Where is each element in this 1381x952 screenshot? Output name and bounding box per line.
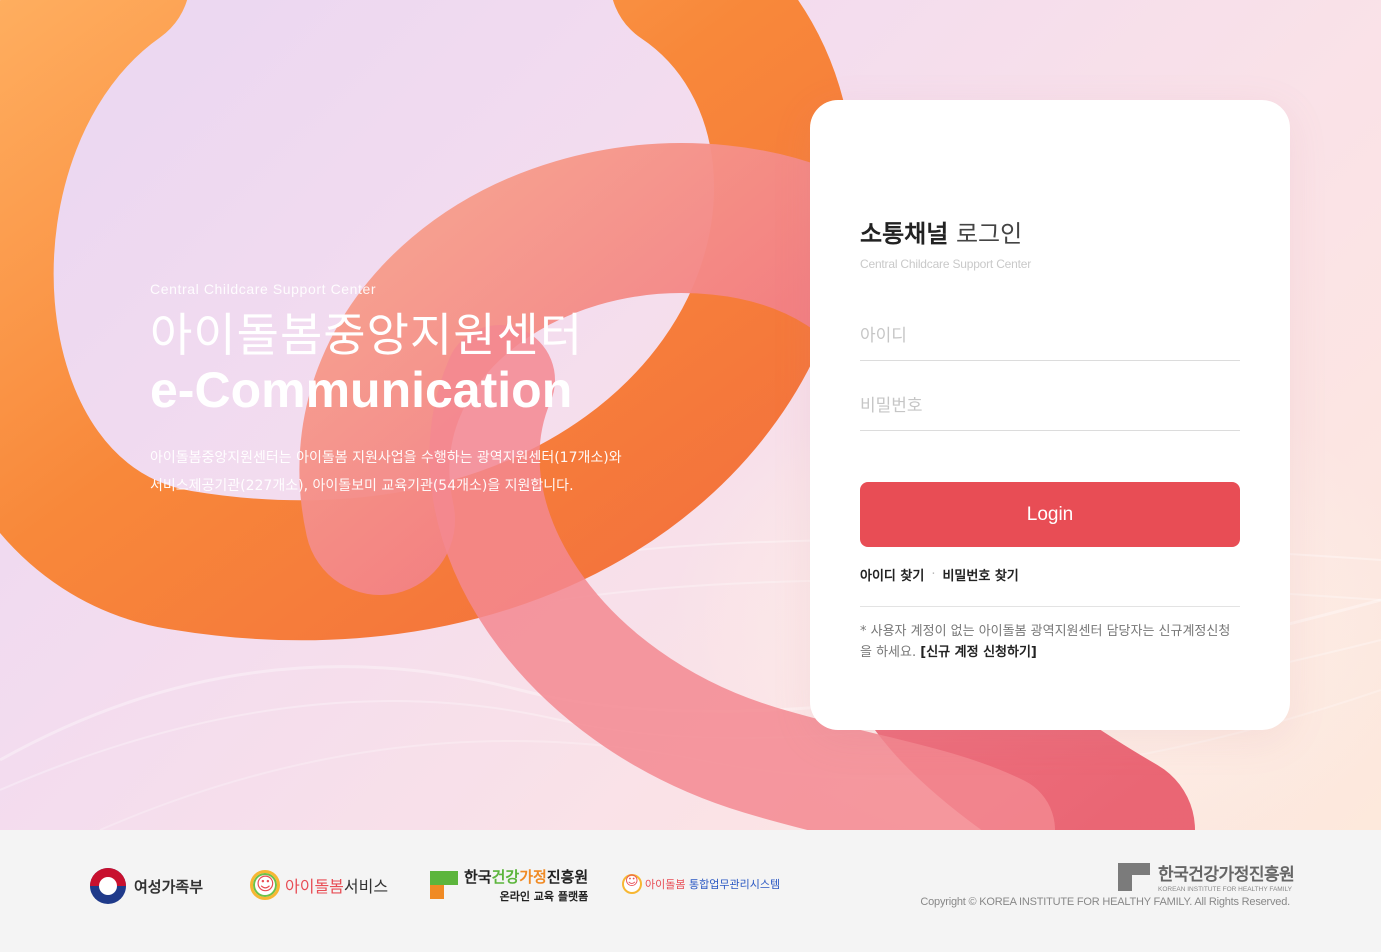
signup-request-link[interactable]: [신규 계정 신청하기] bbox=[920, 645, 1037, 660]
edu-text-b: 건강 bbox=[491, 868, 520, 886]
mogef-emblem-icon bbox=[90, 868, 126, 904]
login-title: 소통채널 로그인 bbox=[860, 214, 1240, 249]
username-input[interactable] bbox=[860, 311, 1240, 361]
hero-text-block: Central Childcare Support Center 아이돌봄중앙지… bbox=[150, 281, 710, 500]
edu-text-d: 진흥원 bbox=[546, 868, 589, 886]
edu-text-a: 한국 bbox=[464, 868, 492, 886]
edu-platform-subtitle: 온라인 교육 플랫폼 bbox=[499, 890, 589, 903]
sys-text-a: 아이돌봄 bbox=[645, 878, 686, 891]
idol-service-logo-text-b: 서비스 bbox=[343, 877, 389, 896]
password-input[interactable] bbox=[860, 381, 1240, 431]
mogef-logo-text: 여성가족부 bbox=[134, 877, 204, 896]
login-title-bold: 소통채널 bbox=[860, 220, 949, 248]
idol-service-logo-text-a: 아이돌봄 bbox=[285, 877, 344, 896]
kihf-edu-platform-text: 한국건강가정진흥원 온라인 교육 플랫폼 bbox=[464, 866, 588, 904]
smile-small-icon bbox=[622, 874, 642, 894]
find-account-links: 아이디 찾기 · 비밀번호 찾기 bbox=[860, 565, 1240, 584]
kihf-name-korean: 한국건강가정진흥원 bbox=[1158, 865, 1295, 885]
login-card: 소통채널 로그인 Central Childcare Support Cente… bbox=[810, 100, 1290, 730]
find-id-link[interactable]: 아이디 찾기 bbox=[860, 565, 924, 584]
edu-text-c: 가정 bbox=[519, 868, 547, 886]
kihf-edu-platform-logo[interactable]: 한국건강가정진흥원 온라인 교육 플랫폼 bbox=[430, 866, 588, 904]
copyright-text: Copyright © KOREA INSTITUTE FOR HEALTHY … bbox=[920, 896, 1290, 908]
hero-subtitle: Central Childcare Support Center bbox=[150, 281, 377, 297]
divider bbox=[860, 606, 1240, 607]
kihf-logo: 한국건강가정진흥원 KOREAN INSTITUTE FOR HEALTHY F… bbox=[1118, 860, 1295, 893]
hero-description: 아이돌봄중앙지원센터는 아이돌봄 지원사업을 수행하는 광역지원센터(17개소)… bbox=[150, 444, 710, 500]
idol-service-logo[interactable]: 아이돌봄서비스 bbox=[250, 870, 388, 900]
hero-title-english: e-Communication bbox=[150, 361, 573, 418]
find-password-link[interactable]: 비밀번호 찾기 bbox=[942, 565, 1018, 584]
login-subtitle: Central Childcare Support Center bbox=[860, 257, 1032, 271]
idol-service-logo-text: 아이돌봄서비스 bbox=[285, 873, 388, 897]
hero-description-line-1: 아이돌봄중앙지원센터는 아이돌봄 지원사업을 수행하는 광역지원센터(17개소)… bbox=[150, 450, 622, 467]
link-separator: · bbox=[931, 567, 936, 582]
login-button[interactable]: Login bbox=[860, 482, 1240, 547]
smile-icon bbox=[250, 870, 280, 900]
integrated-system-logo[interactable]: 아이돌봄 통합업무관리시스템 bbox=[622, 874, 780, 894]
signup-notice: * 사용자 계정이 없는 아이돌봄 광역지원센터 담당자는 신규계정신청을 하세… bbox=[860, 621, 1240, 663]
hero-description-line-2: 서비스제공기관(227개소), 아이돌보미 교육기관(54개소)을 지원합니다. bbox=[150, 478, 574, 495]
kihf-logo-icon bbox=[1118, 862, 1150, 891]
hero-title-korean: 아이돌봄중앙지원센터 bbox=[150, 308, 584, 362]
kihf-name-english: KOREAN INSTITUTE FOR HEALTHY FAMILY bbox=[1158, 886, 1292, 893]
mogef-logo[interactable]: 여성가족부 bbox=[90, 868, 203, 904]
sys-text-b: 통합업무관리시스템 bbox=[688, 878, 781, 891]
integrated-system-text: 아이돌봄 통합업무관리시스템 bbox=[645, 876, 780, 892]
signup-notice-text: * 사용자 계정이 없는 아이돌봄 광역지원센터 담당자는 신규계정신청을 하세… bbox=[860, 624, 1231, 660]
kihf-square-icon bbox=[430, 871, 458, 899]
login-title-light: 로그인 bbox=[955, 220, 1023, 248]
